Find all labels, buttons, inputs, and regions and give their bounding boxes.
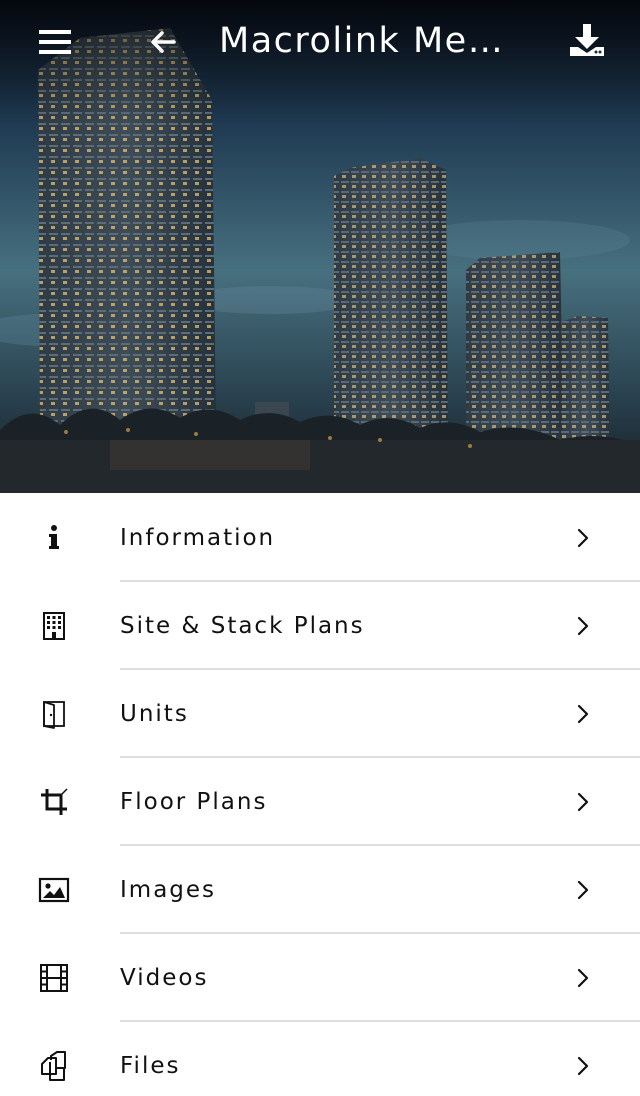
- menu-item-label: Information: [120, 525, 276, 551]
- chevron-right-icon: [577, 968, 589, 988]
- chevron-right-icon: [577, 616, 589, 636]
- menu-item-units[interactable]: Units: [0, 670, 640, 758]
- menu-item-images[interactable]: Images: [0, 846, 640, 934]
- menu-item-files[interactable]: Files: [0, 1022, 640, 1096]
- back-button[interactable]: [144, 24, 184, 60]
- image-icon: [38, 877, 70, 903]
- crop-icon: [41, 788, 68, 815]
- menu-item-floor-plans[interactable]: Floor Plans: [0, 758, 640, 846]
- menu-item-videos[interactable]: Videos: [0, 934, 640, 1022]
- menu-item-label: Units: [120, 701, 189, 727]
- menu-item-label: Floor Plans: [120, 789, 268, 815]
- chevron-right-icon: [577, 528, 589, 548]
- hamburger-menu-button[interactable]: [34, 22, 76, 62]
- menu-item-label: Images: [120, 877, 217, 903]
- app-screen: Macrolink Medi... Information Site & Sta…: [0, 0, 640, 1096]
- menu-item-label: Files: [120, 1053, 181, 1079]
- film-icon: [40, 964, 68, 992]
- chevron-right-icon: [577, 704, 589, 724]
- chevron-right-icon: [577, 1056, 589, 1076]
- download-button[interactable]: [566, 20, 608, 60]
- files-icon: [41, 1051, 66, 1081]
- menu-item-label: Site & Stack Plans: [120, 613, 365, 639]
- page-title: Macrolink Medi...: [219, 21, 519, 61]
- building-icon: [43, 612, 65, 640]
- top-app-bar: Macrolink Medi...: [0, 0, 640, 84]
- arrow-left-icon: [151, 31, 176, 53]
- chevron-right-icon: [577, 880, 589, 900]
- info-icon: [49, 525, 59, 549]
- download-icon: [570, 24, 604, 56]
- door-icon: [43, 701, 65, 729]
- chevron-right-icon: [577, 792, 589, 812]
- menu-item-label: Videos: [120, 965, 209, 991]
- menu-item-information[interactable]: Information: [0, 494, 640, 582]
- project-menu-list: Information Site & Stack Plans Units Flo…: [0, 494, 640, 1096]
- hamburger-icon: [39, 30, 71, 54]
- menu-item-site-stack-plans[interactable]: Site & Stack Plans: [0, 582, 640, 670]
